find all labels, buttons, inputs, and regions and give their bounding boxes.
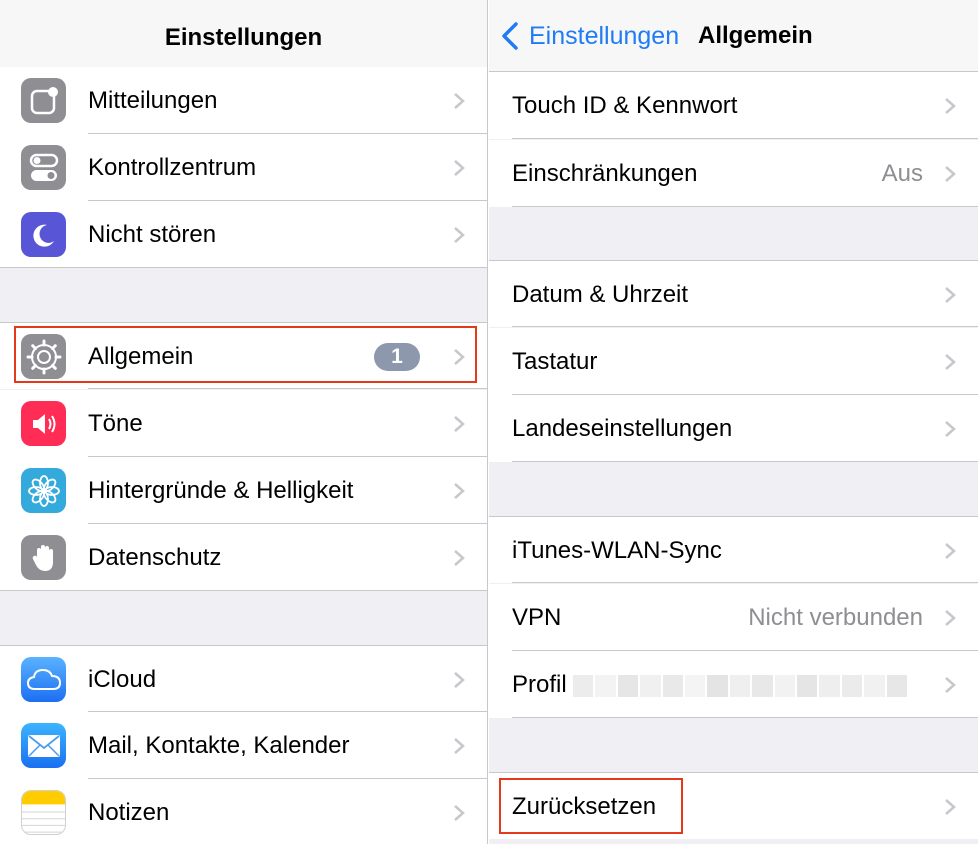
left-navbar: Einstellungen (0, 0, 487, 72)
separator (512, 326, 978, 327)
settings-item-datum-uhrzeit[interactable]: Datum & Uhrzeit (489, 260, 978, 327)
separator (512, 138, 978, 139)
page-title: Einstellungen (164, 24, 323, 51)
settings-item-label: Allgemein (88, 343, 194, 370)
settings-item-label: Profil (512, 671, 567, 698)
chevron-right-icon (945, 610, 956, 626)
do-not-disturb-icon (21, 212, 66, 257)
obscured-profile-value (573, 675, 909, 697)
chevron-left-icon (502, 22, 518, 50)
separator (512, 582, 978, 583)
settings-item-label: Datenschutz (88, 544, 222, 571)
settings-item-label: Notizen (88, 799, 170, 826)
privacy-hand-icon (21, 535, 66, 580)
mail-icon (21, 723, 66, 768)
settings-item-value: Nicht verbunden (748, 604, 923, 631)
wallpaper-flower-icon (21, 468, 66, 513)
settings-item-label: Einschränkungen (512, 160, 698, 187)
settings-item-einschraenkungen[interactable]: Einschränkungen Aus (489, 140, 978, 207)
separator (88, 388, 487, 389)
chevron-right-icon (945, 799, 956, 815)
settings-item-touch-id[interactable]: Touch ID & Kennwort (489, 72, 978, 139)
notifications-icon (21, 78, 66, 123)
settings-item-notizen[interactable]: Notizen (0, 779, 487, 844)
page-title: Allgemein (698, 22, 813, 49)
right-navbar: Einstellungen Allgemein (489, 0, 978, 72)
settings-item-toene[interactable]: Töne (0, 390, 487, 457)
settings-item-label: Kontrollzentrum (88, 154, 257, 181)
settings-item-mail[interactable]: Mail, Kontakte, Kalender (0, 712, 487, 779)
settings-item-label: Hintergründe & Helligkeit (88, 477, 354, 504)
settings-item-hintergruende[interactable]: Hintergründe & Helligkeit (0, 457, 487, 524)
settings-item-label: iTunes-WLAN-Sync (512, 537, 722, 564)
settings-item-nicht-stoeren[interactable]: Nicht stören (0, 201, 487, 268)
settings-item-label: Datum & Uhrzeit (512, 281, 689, 308)
separator (0, 267, 487, 268)
settings-item-label: Mail, Kontakte, Kalender (88, 732, 350, 759)
chevron-right-icon (945, 677, 956, 693)
settings-item-label: Touch ID & Kennwort (512, 92, 738, 119)
settings-item-vpn[interactable]: VPN Nicht verbunden (489, 584, 978, 651)
chevron-right-icon (454, 160, 465, 176)
chevron-right-icon (454, 483, 465, 499)
back-button[interactable]: Einstellungen (499, 16, 679, 56)
chevron-right-icon (454, 805, 465, 821)
chevron-right-icon (945, 421, 956, 437)
settings-master-pane: Einstellungen Mitteilungen Kontrollzentr… (0, 0, 488, 844)
chevron-right-icon (945, 543, 956, 559)
settings-item-kontrollzentrum[interactable]: Kontrollzentrum (0, 134, 487, 201)
icloud-icon (21, 657, 66, 702)
chevron-right-icon (454, 227, 465, 243)
settings-item-allgemein[interactable]: Allgemein 1 (0, 322, 487, 389)
settings-item-value: Aus (881, 160, 923, 187)
settings-item-mitteilungen[interactable]: Mitteilungen (0, 67, 487, 134)
back-button-label: Einstellungen (529, 21, 680, 50)
settings-item-landeseinstellungen[interactable]: Landeseinstellungen (489, 395, 978, 462)
settings-item-label: Zurücksetzen (512, 793, 657, 820)
chevron-right-icon (454, 93, 465, 109)
settings-item-label: Tastatur (512, 348, 598, 375)
settings-item-datenschutz[interactable]: Datenschutz (0, 524, 487, 591)
separator (0, 590, 487, 591)
chevron-right-icon (454, 672, 465, 688)
settings-item-label: Landeseinstellungen (512, 415, 733, 442)
chevron-right-icon (945, 98, 956, 114)
chevron-right-icon (454, 416, 465, 432)
chevron-right-icon (454, 738, 465, 754)
settings-item-profil[interactable]: Profil (489, 651, 978, 718)
notes-icon (21, 790, 66, 835)
chevron-right-icon (945, 166, 956, 182)
separator (512, 717, 978, 718)
allgemein-detail-pane: Einstellungen Allgemein Touch ID & Kennw… (489, 0, 978, 844)
chevron-right-icon (454, 550, 465, 566)
update-count-badge: 1 (374, 343, 420, 371)
speaker-icon (21, 401, 66, 446)
separator (512, 206, 978, 207)
settings-item-icloud[interactable]: iCloud (0, 645, 487, 712)
chevron-right-icon (454, 349, 465, 365)
gear-icon (21, 334, 66, 379)
chevron-right-icon (945, 354, 956, 370)
settings-item-tastatur[interactable]: Tastatur (489, 328, 978, 395)
settings-item-label: Mitteilungen (88, 87, 218, 114)
settings-item-label: Töne (88, 410, 143, 437)
settings-item-zuruecksetzen[interactable]: Zurücksetzen (489, 772, 978, 839)
settings-item-label: VPN (512, 604, 562, 631)
settings-item-itunes-wlan-sync[interactable]: iTunes-WLAN-Sync (489, 516, 978, 583)
separator (512, 461, 978, 462)
settings-item-label: Nicht stören (88, 221, 217, 248)
chevron-right-icon (945, 287, 956, 303)
control-center-icon (21, 145, 66, 190)
settings-item-label: iCloud (88, 666, 157, 693)
